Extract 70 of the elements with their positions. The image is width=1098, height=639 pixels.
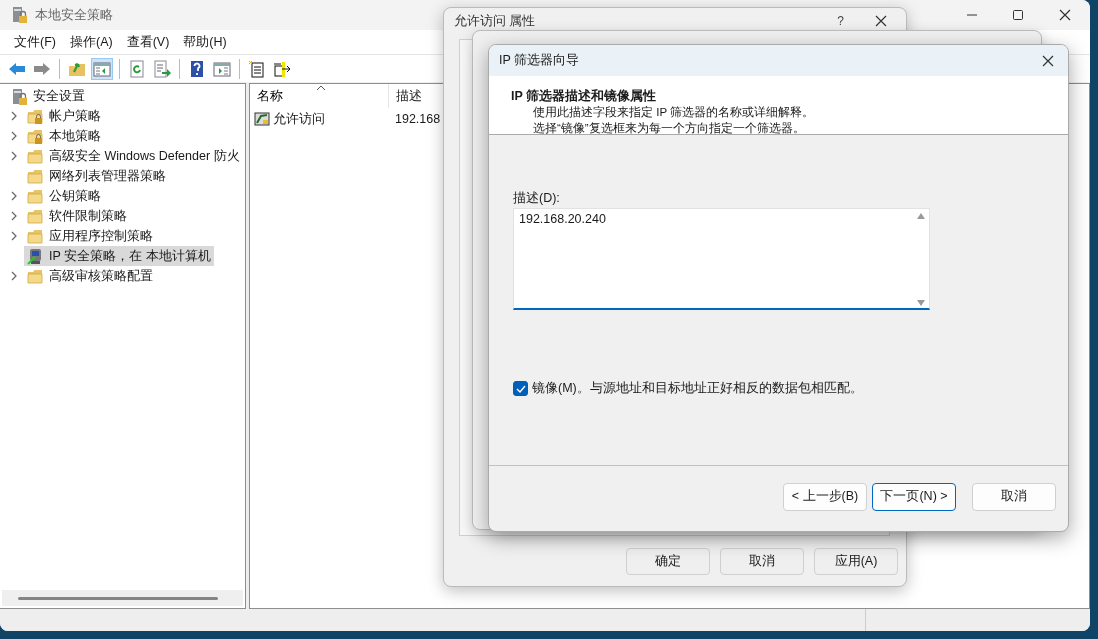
expand-chevron-icon[interactable] <box>10 131 18 141</box>
action-pane-icon <box>213 59 231 78</box>
locked-folder-icon <box>27 107 43 125</box>
expand-chevron-icon[interactable] <box>10 191 18 201</box>
menu-item[interactable]: 查看(V) <box>120 33 178 51</box>
menu-item[interactable]: 帮助(H) <box>177 33 235 51</box>
table-cell-text: 192.168 <box>394 112 441 126</box>
horizontal-scrollbar[interactable] <box>2 590 243 606</box>
pane-toggle-icon <box>93 59 111 78</box>
dialog-button[interactable]: 取消 <box>720 548 804 575</box>
computer-key-icon <box>27 247 43 265</box>
new-document-icon <box>248 59 266 78</box>
wizard-button[interactable]: 下一页(N) > <box>872 482 956 511</box>
toolbar-button[interactable] <box>151 57 173 80</box>
description-field[interactable]: 192.168.20.240 <box>513 208 930 310</box>
folder-icon <box>27 207 43 225</box>
tree-item[interactable]: 软件限制策略 <box>24 206 130 226</box>
wizard-heading: IP 筛选器描述和镜像属性 <box>511 88 658 104</box>
server-lock-icon <box>11 87 27 105</box>
mirror-checkbox[interactable] <box>513 381 528 396</box>
maximize-icon[interactable] <box>1012 9 1024 21</box>
wizard-description: 选择“镜像”复选框来为每一个方向指定一个筛选器。 <box>532 121 806 136</box>
folder-icon <box>27 167 43 185</box>
dialog-button[interactable]: 应用(A) <box>814 548 898 575</box>
server-lock-icon <box>11 6 27 24</box>
sort-ascending-icon <box>316 85 326 91</box>
list-item[interactable]: 允许访问 <box>250 110 389 128</box>
dialog-button[interactable]: 确定 <box>626 548 710 575</box>
field-label: 描述(D): <box>513 190 561 207</box>
expand-chevron-icon[interactable] <box>10 151 18 161</box>
refresh-icon <box>128 59 146 78</box>
folder-icon <box>27 227 43 245</box>
close-icon[interactable] <box>874 14 888 28</box>
expand-chevron-icon[interactable] <box>10 271 18 281</box>
dialog-title: 允许访问 属性 <box>454 12 536 30</box>
expand-chevron-icon[interactable] <box>10 231 18 241</box>
dialog-title: IP 筛选器向导 <box>499 52 580 69</box>
checkbox-label: 镜像(M)。与源地址和目标地址正好相反的数据包相匹配。 <box>532 380 863 397</box>
tree-item[interactable]: 应用程序控制策略 <box>24 226 156 246</box>
scroll-down-icon[interactable] <box>917 300 925 306</box>
export-list-icon <box>153 59 171 78</box>
locked-folder-icon <box>27 127 43 145</box>
tree-item[interactable]: 安全设置 <box>8 86 88 106</box>
help-icon <box>188 59 206 78</box>
filter-list-icon <box>254 111 270 127</box>
menu-item[interactable]: 操作(A) <box>63 33 121 51</box>
tree-item[interactable]: 本地策略 <box>24 126 104 146</box>
expand-chevron-icon[interactable] <box>10 111 18 121</box>
scroll-up-icon[interactable] <box>917 213 925 219</box>
close-icon[interactable] <box>1041 53 1055 68</box>
tree-item[interactable]: IP 安全策略，在 本地计算机 <box>24 246 214 266</box>
folder-icon <box>27 187 43 205</box>
folder-icon <box>27 147 43 165</box>
help-button[interactable]: ? <box>837 14 844 28</box>
close-icon[interactable] <box>1058 8 1072 22</box>
wizard-button[interactable]: < 上一步(B) <box>783 482 867 511</box>
column-header[interactable]: 名称 <box>250 84 389 108</box>
expand-chevron-icon[interactable] <box>10 211 18 221</box>
tree-item[interactable]: 公钥策略 <box>24 186 104 206</box>
wizard-button[interactable]: 取消 <box>972 482 1056 511</box>
menu-item[interactable]: 文件(F) <box>8 33 64 51</box>
assign-action-icon <box>273 59 291 78</box>
wizard-description: 使用此描述字段来指定 IP 筛选器的名称或详细解释。 <box>532 105 816 120</box>
tree-item[interactable]: 高级安全 Windows Defender 防火 <box>24 146 243 166</box>
tree-item[interactable]: 网络列表管理器策略 <box>24 166 169 186</box>
tree-item[interactable]: 高级审核策略配置 <box>24 266 156 286</box>
window-title: 本地安全策略 <box>35 6 113 24</box>
tree-item[interactable]: 帐户策略 <box>24 106 104 126</box>
column-header[interactable]: 描述 <box>389 84 422 108</box>
folder-icon <box>27 267 43 285</box>
